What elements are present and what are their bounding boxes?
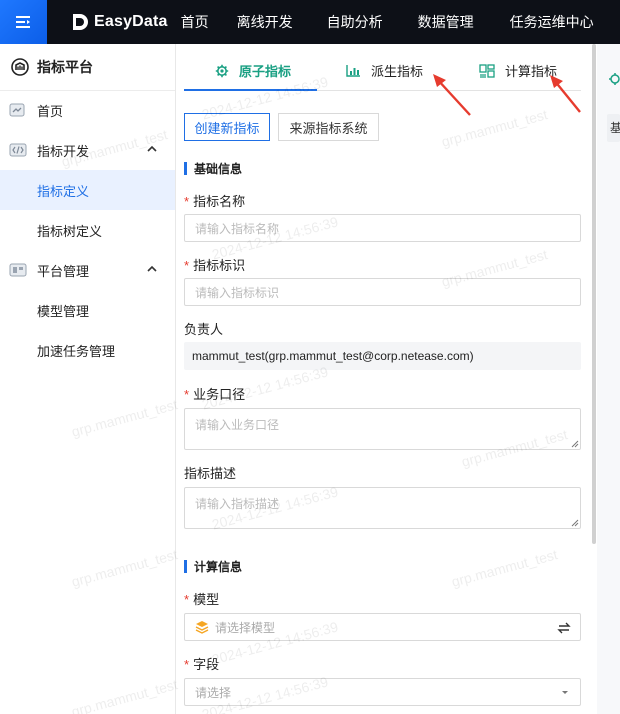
metric-description-label: 指标描述: [184, 466, 237, 481]
business-scope-textarea[interactable]: 请输入业务口径: [184, 408, 581, 450]
metric-name-input[interactable]: 请输入指标名称: [184, 214, 581, 242]
label-text: 模型: [193, 592, 220, 607]
active-tab-indicator: [184, 89, 317, 91]
home-icon: [9, 103, 25, 117]
sidebar-item-model-management[interactable]: 模型管理: [0, 290, 175, 330]
sidebar-item-metric-definition[interactable]: 指标定义: [0, 170, 175, 210]
label-text: 字段: [193, 657, 220, 672]
layers-icon: [195, 621, 209, 634]
calculator-icon: [479, 63, 495, 78]
field-label: * 字段: [184, 654, 219, 673]
required-marker: *: [184, 657, 190, 672]
section-marker: [184, 560, 187, 573]
resize-handle-icon[interactable]: [571, 440, 579, 448]
caret-down-icon: [562, 691, 568, 694]
source-metric-system-button[interactable]: 来源指标系统: [278, 113, 379, 141]
main-nav: 首页 离线开发 自助分析 数据管理 任务运维中心: [168, 12, 594, 32]
required-marker: *: [184, 258, 190, 273]
metric-id-label: * 指标标识: [184, 255, 245, 274]
business-scope-label: * 业务口径: [184, 384, 245, 403]
right-panel-edge: 基: [597, 44, 620, 714]
tab-label: 原子指标: [239, 64, 292, 79]
metric-name-label: * 指标名称: [184, 191, 245, 210]
model-placeholder: 请选择模型: [215, 620, 276, 635]
gear-icon: [609, 73, 620, 85]
textarea-placeholder: 请输入业务口径: [195, 418, 280, 432]
section-calculation-info: 计算信息: [184, 558, 242, 575]
section-title: 基础信息: [194, 162, 243, 176]
required-marker: *: [184, 592, 190, 607]
section-marker: [184, 162, 187, 175]
brand-logo[interactable]: EasyData: [71, 12, 168, 32]
bar-chart-icon: [346, 65, 360, 77]
sidebar-item-metric-tree[interactable]: 指标树定义: [0, 210, 175, 250]
sidebar-item-label: 平台管理: [37, 263, 90, 279]
section-title: 计算信息: [194, 560, 243, 574]
sidebar-item-home[interactable]: 首页: [0, 90, 175, 130]
tab-label: 派生指标: [371, 64, 424, 79]
metric-form-panel: 原子指标 派生指标 计算指标 创建新指标 来源指标系统 基础信息 * 指标名称 …: [184, 50, 597, 714]
tab-calculated-metric[interactable]: 计算指标: [479, 50, 557, 91]
code-icon: [9, 143, 27, 157]
nav-item-task-ops[interactable]: 任务运维中心: [510, 12, 594, 32]
tab-derived-metric[interactable]: 派生指标: [346, 50, 423, 91]
metric-id-input[interactable]: 请输入指标标识: [184, 278, 581, 306]
easydata-logo-icon: [73, 14, 88, 30]
resize-handle-icon[interactable]: [571, 519, 579, 527]
sidebar-item-platform-management[interactable]: 平台管理: [0, 250, 175, 290]
label-text: 业务口径: [193, 387, 246, 402]
sidebar-item-label: 指标树定义: [37, 223, 103, 239]
nav-item-data-management[interactable]: 数据管理: [418, 12, 474, 32]
right-panel-button[interactable]: 基: [607, 114, 620, 142]
field-select[interactable]: 请选择: [184, 678, 581, 706]
model-select[interactable]: 请选择模型: [184, 613, 581, 641]
tab-atomic-metric[interactable]: 原子指标: [215, 50, 291, 91]
brand-name: EasyData: [94, 13, 168, 30]
field-placeholder: 请选择: [195, 685, 232, 700]
sidebar-title-label: 指标平台: [37, 59, 93, 75]
sidebar-item-label: 加速任务管理: [37, 343, 116, 359]
required-marker: *: [184, 194, 190, 209]
nav-item-self-analysis[interactable]: 自助分析: [327, 12, 383, 32]
sidebar-title: 指标平台: [0, 44, 175, 91]
label-text: 指标名称: [193, 194, 246, 209]
menu-toggle-button[interactable]: [0, 0, 47, 44]
model-label: * 模型: [184, 589, 219, 608]
sidebar-item-label: 指标开发: [37, 143, 90, 159]
owner-label: 负责人: [184, 322, 224, 337]
sidebar-item-label: 首页: [37, 103, 64, 119]
textarea-placeholder: 请输入指标描述: [195, 497, 280, 511]
menu-icon: [15, 16, 30, 28]
sidebar-item-metric-dev[interactable]: 指标开发: [0, 130, 175, 170]
create-new-metric-button[interactable]: 创建新指标: [184, 113, 270, 141]
sidebar: 指标平台 首页 指标开发 指标定义 指标树定义 平台管理 模型管理 加速任务管理: [0, 44, 176, 714]
label-text: 指标标识: [193, 258, 246, 273]
nav-item-home[interactable]: 首页: [181, 12, 209, 32]
chevron-up-icon: [147, 265, 157, 272]
settings-icon: [9, 263, 27, 277]
sidebar-item-label: 指标定义: [37, 183, 90, 199]
gear-icon: [215, 64, 229, 77]
metric-description-textarea[interactable]: 请输入指标描述: [184, 487, 581, 529]
metric-type-tabs: 原子指标 派生指标 计算指标: [184, 50, 581, 91]
owner-field[interactable]: mammut_test(grp.mammut_test@corp.netease…: [184, 342, 581, 370]
swap-icon[interactable]: [557, 621, 571, 635]
scrollbar[interactable]: [592, 44, 596, 544]
nav-item-offline-dev[interactable]: 离线开发: [237, 12, 293, 32]
section-basic-info: 基础信息: [184, 160, 242, 177]
sidebar-item-acceleration-tasks[interactable]: 加速任务管理: [0, 330, 175, 370]
top-navigation-bar: EasyData 首页 离线开发 自助分析 数据管理 任务运维中心: [0, 0, 620, 44]
metric-platform-icon: [11, 58, 29, 76]
sidebar-item-label: 模型管理: [37, 303, 90, 319]
required-marker: *: [184, 387, 190, 402]
tab-label: 计算指标: [505, 64, 558, 79]
chevron-up-icon: [147, 145, 157, 152]
